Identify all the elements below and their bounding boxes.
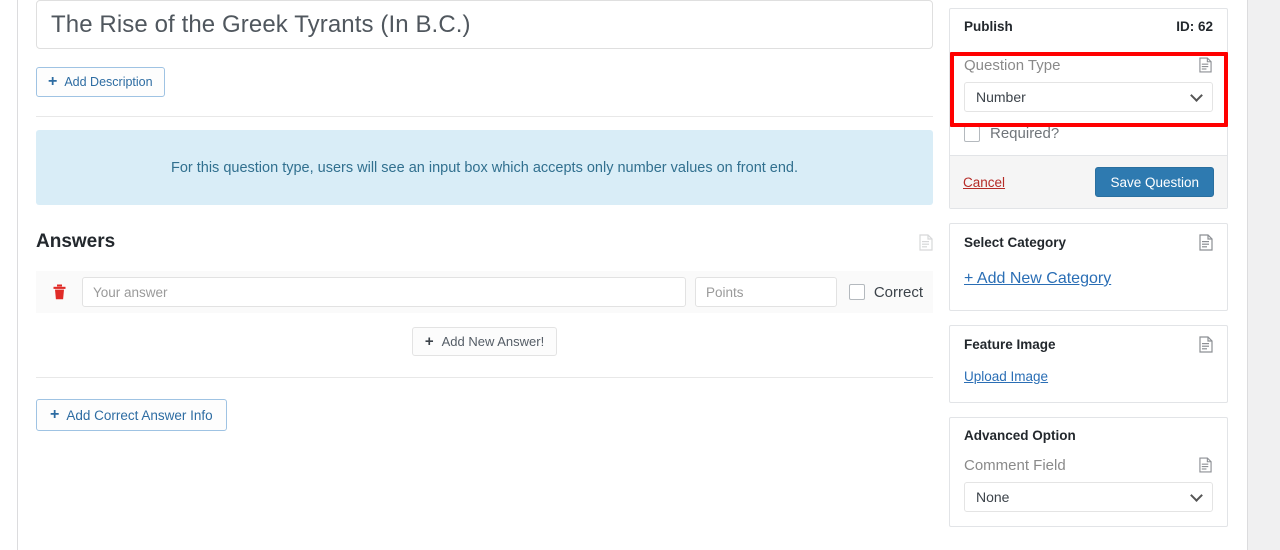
right-divider-line [1247, 0, 1248, 550]
question-type-notice: For this question type, users will see a… [36, 130, 933, 205]
correct-checkbox-group: Correct [848, 283, 923, 301]
question-type-section: Question Type Number [950, 43, 1227, 118]
required-row: Required? [950, 118, 1227, 155]
answer-points-input[interactable]: Points [695, 277, 837, 307]
comment-field-select[interactable]: None [964, 482, 1213, 512]
advanced-option-header: Advanced Option [950, 418, 1227, 452]
add-correct-answer-info-label: Add Correct Answer Info [66, 407, 213, 423]
comment-field-label: Comment Field [964, 457, 1066, 474]
advanced-option-title: Advanced Option [964, 428, 1076, 443]
divider-top [36, 116, 933, 117]
feature-image-panel: Feature Image Upload Image [949, 325, 1228, 403]
answers-heading: Answers [36, 231, 116, 252]
add-new-answer-row: + Add New Answer! [36, 327, 933, 356]
answers-header: Answers [36, 231, 933, 253]
advanced-option-panel: Advanced Option Comment Field None [949, 417, 1228, 527]
chevron-down-icon [1190, 489, 1203, 502]
right-background-strip [1247, 0, 1280, 550]
save-question-button[interactable]: Save Question [1095, 167, 1214, 197]
plus-icon: + [48, 73, 58, 90]
add-correct-answer-info-row: + Add Correct Answer Info [36, 399, 933, 431]
question-title-input[interactable]: The Rise of the Greek Tyrants (In B.C.) [36, 0, 933, 49]
select-category-body: + Add New Category [950, 260, 1227, 310]
plus-icon: + [424, 333, 434, 350]
select-category-title: Select Category [964, 235, 1067, 250]
answers-help-doc-icon[interactable] [919, 233, 933, 251]
question-id-label: ID: 62 [1176, 19, 1213, 34]
required-checkbox[interactable] [964, 125, 980, 142]
select-category-help-doc-icon[interactable] [1199, 234, 1213, 251]
feature-image-header: Feature Image [950, 326, 1227, 362]
correct-checkbox[interactable] [848, 284, 865, 300]
chevron-down-icon [1190, 89, 1203, 102]
publish-title: Publish [964, 19, 1013, 34]
question-type-label-row: Question Type [964, 57, 1213, 74]
correct-label: Correct [873, 283, 923, 301]
add-new-answer-label: Add New Answer! [441, 334, 545, 349]
feature-image-title: Feature Image [964, 337, 1056, 352]
plus-icon: + [50, 406, 60, 423]
publish-panel: Publish ID: 62 Question Type Number Requ… [949, 8, 1228, 209]
upload-image-link[interactable]: Upload Image [964, 369, 1048, 384]
add-description-button[interactable]: + Add Description [36, 67, 165, 97]
question-type-notice-text: For this question type, users will see a… [170, 159, 799, 176]
comment-field-value: None [976, 489, 1010, 505]
feature-image-help-doc-icon[interactable] [1199, 336, 1213, 353]
answer-text-input[interactable]: Your answer [81, 277, 687, 307]
publish-footer: Cancel Save Question [950, 155, 1227, 208]
divider-bottom [36, 377, 933, 378]
question-editor-page: The Rise of the Greek Tyrants (In B.C.) … [0, 0, 1280, 550]
add-new-answer-button[interactable]: + Add New Answer! [411, 327, 558, 356]
comment-field-help-doc-icon[interactable] [1199, 457, 1213, 474]
add-correct-answer-info-button[interactable]: + Add Correct Answer Info [36, 399, 227, 431]
question-type-help-doc-icon[interactable] [1199, 57, 1213, 74]
publish-panel-header: Publish ID: 62 [950, 9, 1227, 43]
required-label: Required? [990, 125, 1060, 142]
advanced-option-body: Comment Field None [950, 452, 1227, 526]
question-type-value: Number [976, 89, 1026, 105]
answer-row: Your answer Points Correct [36, 271, 933, 313]
comment-field-label-row: Comment Field [964, 457, 1213, 474]
question-type-label: Question Type [964, 57, 1061, 74]
feature-image-body: Upload Image [950, 362, 1227, 402]
left-divider-line [17, 0, 18, 550]
main-content: The Rise of the Greek Tyrants (In B.C.) … [36, 0, 933, 431]
add-new-category-link[interactable]: + Add New Category [964, 270, 1111, 287]
select-category-header: Select Category [950, 224, 1227, 260]
question-type-select[interactable]: Number [964, 82, 1213, 112]
delete-answer-icon[interactable] [50, 284, 70, 300]
add-description-row: + Add Description [36, 67, 933, 97]
cancel-link[interactable]: Cancel [963, 175, 1005, 190]
select-category-panel: Select Category + Add New Category [949, 223, 1228, 311]
sidebar: Publish ID: 62 Question Type Number Requ… [949, 8, 1228, 541]
add-description-label: Add Description [64, 75, 153, 89]
